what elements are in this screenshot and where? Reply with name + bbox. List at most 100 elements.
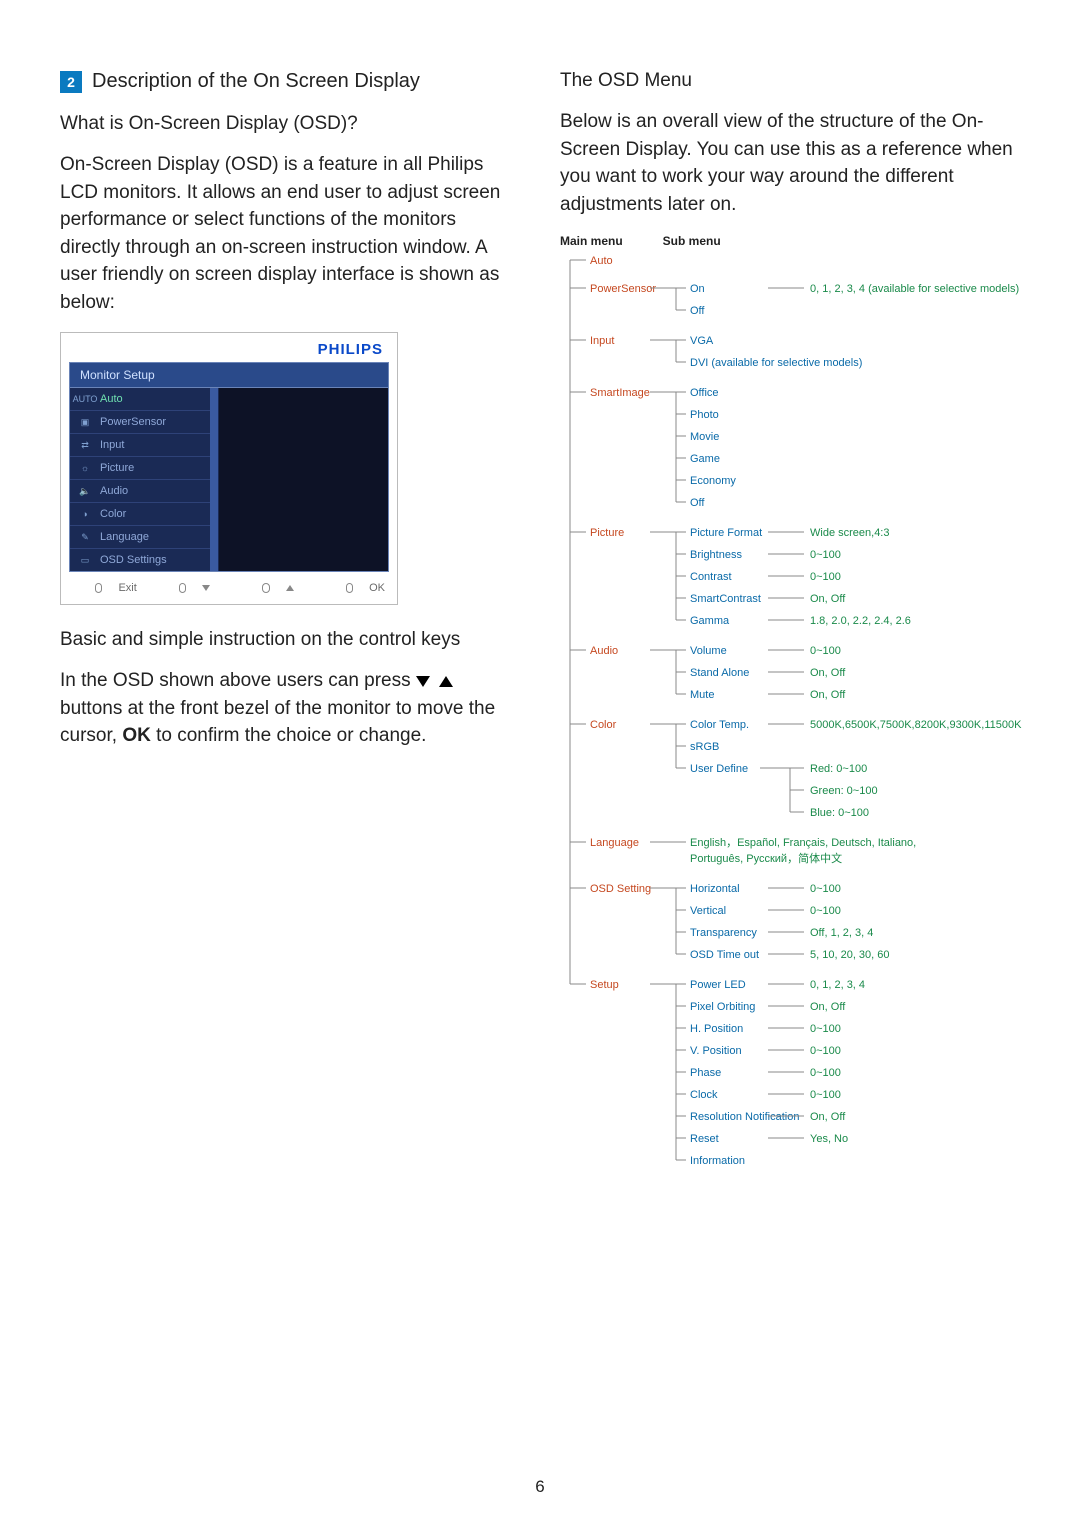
svg-text:Transparency: Transparency (690, 927, 757, 939)
svg-text:On: On (690, 283, 705, 295)
osd-menu-list: AUTOAuto▣PowerSensor ⇄ Input ☼ Picture 🔈 Audio… (70, 388, 210, 571)
svg-text:Language: Language (590, 837, 639, 849)
osd-screenshot: PHILIPS Monitor Setup AUTOAuto▣PowerSens… (60, 332, 398, 605)
svg-text:0, 1, 2, 3, 4 (available for s: 0, 1, 2, 3, 4 (available for selective m… (810, 283, 1019, 295)
svg-text:5000K,6500K,7500K,8200K,9300K,: 5000K,6500K,7500K,8200K,9300K,11500K (810, 719, 1022, 731)
osd-item-icon: ✎ (78, 531, 92, 543)
svg-text:On, Off: On, Off (810, 1111, 846, 1123)
osd-footer-hints: Exit OK (69, 572, 389, 596)
svg-text:Photo: Photo (690, 409, 719, 421)
page-number: 6 (0, 1477, 1080, 1497)
osd-item-icon: ▣ (78, 416, 92, 428)
osd-menu-item: 🔈 Audio (70, 479, 210, 502)
osd-ok-label: OK (369, 582, 385, 594)
svg-text:On, Off: On, Off (810, 689, 846, 701)
svg-text:0~100: 0~100 (810, 549, 841, 561)
svg-text:OSD Time out: OSD Time out (690, 949, 759, 961)
svg-text:Brightness: Brightness (690, 549, 742, 561)
osd-item-icon: ☼ (78, 462, 92, 474)
svg-text:Yes, No: Yes, No (810, 1133, 848, 1145)
pill-icon (95, 583, 102, 593)
down-triangle-icon (416, 676, 430, 687)
svg-text:On, Off: On, Off (810, 667, 846, 679)
osd-menu-paragraph: Below is an overall view of the structur… (560, 108, 1020, 218)
pill-icon (179, 583, 186, 593)
svg-text:V. Position: V. Position (690, 1045, 742, 1057)
svg-text:Resolution Notification: Resolution Notification (690, 1111, 799, 1123)
svg-text:H. Position: H. Position (690, 1023, 743, 1035)
svg-text:Red: 0~100: Red: 0~100 (810, 763, 867, 775)
svg-text:1.8, 2.0, 2.2, 2.4, 2.6: 1.8, 2.0, 2.2, 2.4, 2.6 (810, 615, 911, 627)
tree-header-main: Main menu (560, 234, 623, 248)
osd-item-label: Input (100, 439, 124, 451)
osd-item-label: Audio (100, 485, 128, 497)
svg-text:0~100: 0~100 (810, 1045, 841, 1057)
svg-text:Phase: Phase (690, 1067, 721, 1079)
osd-menu-tree: Auto PowerSensor On 0, 1, 2, 3, 4 (availabl… (560, 252, 1020, 1209)
osd-menu-item: ⇄ Input (70, 433, 210, 456)
svg-text:Power LED: Power LED (690, 979, 746, 991)
osd-item-label: Color (100, 508, 126, 520)
svg-text:English，Español, Français, Deu: English，Español, Français, Deutsch, Ital… (690, 837, 916, 849)
up-arrow-icon (286, 585, 294, 591)
osd-window-title: Monitor Setup (69, 362, 389, 388)
svg-text:0~100: 0~100 (810, 1089, 841, 1101)
svg-text:0, 1, 2, 3, 4: 0, 1, 2, 3, 4 (810, 979, 865, 991)
svg-text:Horizontal: Horizontal (690, 883, 740, 895)
osd-menu-item: ◑ Color (70, 502, 210, 525)
svg-text:Off: Off (690, 305, 705, 317)
osd-menu-item: ☼ Picture (70, 456, 210, 479)
svg-text:Picture: Picture (590, 527, 624, 539)
osd-item-label: Picture (100, 462, 134, 474)
svg-text:Reset: Reset (690, 1133, 719, 1145)
svg-text:Off: Off (690, 497, 705, 509)
svg-text:Stand Alone: Stand Alone (690, 667, 749, 679)
svg-text:sRGB: sRGB (690, 741, 719, 753)
svg-text:0~100: 0~100 (810, 571, 841, 583)
osd-item-label: Auto (100, 393, 123, 405)
osd-intro-paragraph: On-Screen Display (OSD) is a feature in … (60, 151, 520, 316)
svg-text:Português, Русский，简体中文: Português, Русский，简体中文 (690, 851, 842, 865)
osd-menu-item: ▣PowerSensor (70, 410, 210, 433)
svg-text:PowerSensor: PowerSensor (590, 283, 656, 295)
osd-item-icon: ▭ (78, 554, 92, 566)
svg-text:Information: Information (690, 1155, 745, 1167)
svg-text:Office: Office (690, 387, 719, 399)
svg-text:Picture Format: Picture Format (690, 527, 762, 539)
svg-text:0~100: 0~100 (810, 883, 841, 895)
osd-menu-item: ▭OSD Settings (70, 548, 210, 571)
pill-icon (262, 583, 269, 593)
svg-text:Color Temp.: Color Temp. (690, 719, 749, 731)
osd-brand-logo: PHILIPS (69, 341, 389, 362)
svg-text:Game: Game (690, 453, 720, 465)
svg-text:Clock: Clock (690, 1089, 718, 1101)
osd-menu-item: ✎Language (70, 525, 210, 548)
osd-item-icon: 🔈 (78, 485, 92, 497)
svg-text:Movie: Movie (690, 431, 719, 443)
svg-text:Wide screen,4:3: Wide screen,4:3 (810, 527, 889, 539)
svg-text:0~100: 0~100 (810, 645, 841, 657)
svg-text:Pixel Orbiting: Pixel Orbiting (690, 1001, 755, 1013)
osd-item-icon: ◑ (78, 508, 92, 520)
svg-text:Volume: Volume (690, 645, 727, 657)
svg-text:5, 10, 20, 30, 60: 5, 10, 20, 30, 60 (810, 949, 890, 961)
svg-text:0~100: 0~100 (810, 1067, 841, 1079)
osd-exit-label: Exit (118, 582, 136, 594)
svg-text:OSD Setting: OSD Setting (590, 883, 651, 895)
svg-text:Auto: Auto (590, 255, 613, 267)
osd-content-area (210, 388, 388, 571)
svg-text:Audio: Audio (590, 645, 618, 657)
svg-text:Input: Input (590, 335, 614, 347)
svg-text:0~100: 0~100 (810, 1023, 841, 1035)
svg-text:Setup: Setup (590, 979, 619, 991)
svg-text:SmartImage: SmartImage (590, 387, 650, 399)
svg-text:SmartContrast: SmartContrast (690, 593, 761, 605)
section-title: Description of the On Screen Display (92, 70, 420, 93)
basic-instruction-title: Basic and simple instruction on the cont… (60, 629, 520, 651)
osd-menu-item: AUTOAuto (70, 388, 210, 410)
osd-item-icon: ⇄ (78, 439, 92, 451)
svg-text:On, Off: On, Off (810, 1001, 846, 1013)
svg-text:DVI (available for selective m: DVI (available for selective models) (690, 357, 862, 369)
svg-text:On, Off: On, Off (810, 593, 846, 605)
svg-text:Blue: 0~100: Blue: 0~100 (810, 807, 869, 819)
